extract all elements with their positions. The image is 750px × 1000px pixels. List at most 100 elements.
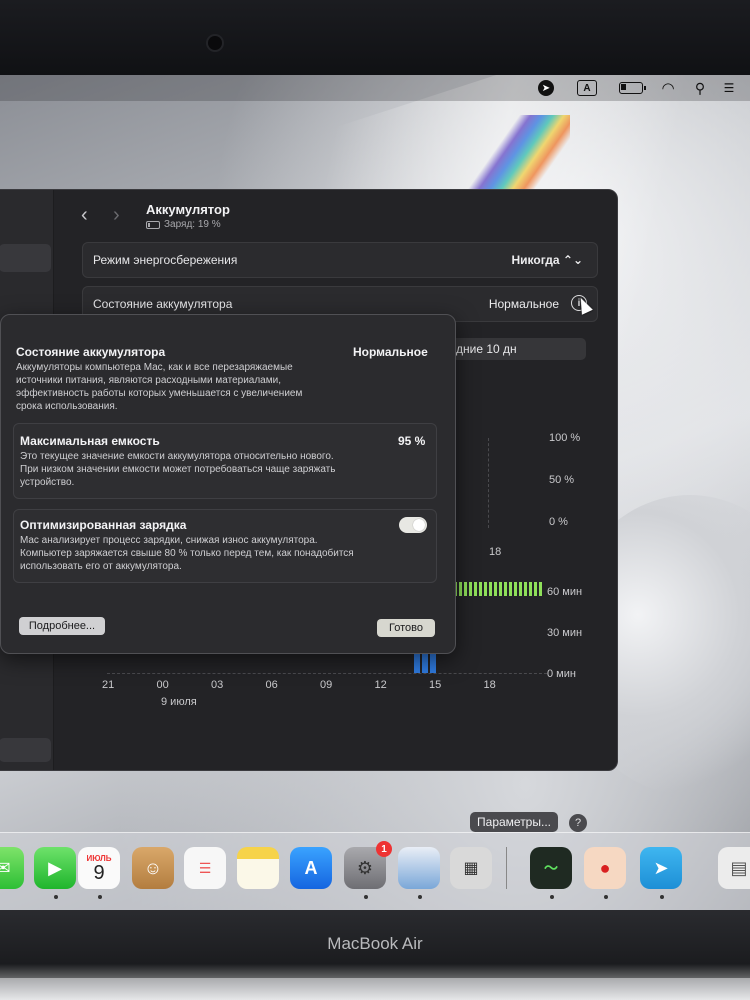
documents-icon[interactable]: ▤ <box>718 847 750 889</box>
optimized-charging-desc: Mac анализирует процесс зарядки, снижая … <box>20 535 318 546</box>
options-button[interactable]: Параметры... <box>470 812 558 832</box>
capacity-title: Максимальная емкость <box>20 434 160 448</box>
app-store-icon[interactable]: A <box>290 847 332 889</box>
battery-level-bar <box>524 582 527 596</box>
battery-icon[interactable] <box>616 78 646 98</box>
calculator-icon[interactable]: ▦ <box>450 847 492 889</box>
contacts-icon[interactable]: ☺ <box>132 847 174 889</box>
running-indicator <box>604 895 608 899</box>
among-us-icon[interactable]: ● <box>584 847 626 889</box>
facetime-icon[interactable]: ▶ <box>34 847 76 889</box>
battery-level-icon <box>146 220 160 229</box>
low-power-mode-select[interactable]: Никогда ⌃⌄ <box>512 253 584 267</box>
optimized-charging-desc: Компьютер заряжается свыше 80 % только п… <box>20 548 354 559</box>
running-indicator <box>418 895 422 899</box>
usage-x-tick: 00 <box>156 679 169 691</box>
calendar-day: 9 <box>93 861 105 884</box>
search-icon[interactable]: ⚲ <box>692 78 708 98</box>
period-tab-label: дние 10 дн <box>456 342 517 356</box>
help-button[interactable]: ? <box>569 814 587 832</box>
sidebar-item[interactable] <box>0 244 51 272</box>
battery-health-value: Нормальное <box>488 297 559 311</box>
battery-level-bar <box>529 582 532 596</box>
low-power-mode-label: Режим энергосбережения <box>93 253 238 267</box>
notification-badge: 1 <box>376 841 392 857</box>
usage-x-tick: 03 <box>211 679 224 691</box>
battery-axis-tick: 0 % <box>549 516 568 528</box>
capacity-desc: устройство. <box>20 477 75 488</box>
battery-level-bar <box>509 582 512 596</box>
device-brand-label: MacBook Air <box>327 934 423 953</box>
more-info-button[interactable]: Подробнее... <box>19 617 105 635</box>
preview-icon[interactable] <box>398 847 440 889</box>
usage-x-tick: 12 <box>374 679 387 691</box>
messages-icon[interactable]: ✉ <box>0 847 24 889</box>
back-arrow-icon[interactable]: ‹ <box>81 204 88 227</box>
control-center-icon[interactable]: ☰ <box>718 78 740 98</box>
battery-level-bar <box>459 582 462 596</box>
optimized-charging-card: Оптимизированная зарядка Mac анализирует… <box>13 509 437 583</box>
optimized-charging-toggle[interactable] <box>399 517 427 533</box>
health-desc: срока использования. <box>16 401 118 412</box>
done-button[interactable]: Готово <box>377 619 435 637</box>
battery-level-bar <box>499 582 502 596</box>
battery-level-bar <box>469 582 472 596</box>
calendar-icon[interactable]: ИЮЛЬ 9 <box>78 847 120 889</box>
running-indicator <box>98 895 102 899</box>
usage-x-tick: 06 <box>265 679 278 691</box>
running-indicator <box>364 895 368 899</box>
battery-level-bar <box>519 582 522 596</box>
usage-axis-tick: 0 мин <box>547 668 576 680</box>
laptop-hinge <box>0 978 750 1000</box>
location-icon[interactable]: ➤ <box>537 78 555 98</box>
health-value: Нормальное <box>353 345 428 359</box>
usage-x-tick: 09 <box>320 679 333 691</box>
running-indicator <box>54 895 58 899</box>
usage-axis-tick: 30 мин <box>547 627 583 639</box>
activity-monitor-icon[interactable]: 〜 <box>530 847 572 889</box>
battery-level-bar <box>474 582 477 596</box>
wifi-icon[interactable]: ◠ <box>657 78 679 98</box>
battery-level-bar <box>494 582 497 596</box>
system-settings-icon[interactable]: ⚙ 1 <box>344 841 392 889</box>
charge-status: Заряд: 19 % <box>146 219 221 230</box>
charge-text: Заряд: 19 % <box>164 219 221 230</box>
input-source-icon[interactable]: A <box>576 78 598 98</box>
date-label: 9 июля <box>161 696 197 708</box>
battery-level-bar <box>504 582 507 596</box>
battery-level-bar <box>464 582 467 596</box>
optimized-charging-desc: использовать его от аккумулятора. <box>20 561 182 572</box>
screen: ➤ A ◠ ⚲ ☰ ‹ › Аккумулятор Заряд: 19 % Ре… <box>0 75 750 910</box>
low-power-mode-row: Режим энергосбережения Никогда ⌃⌄ <box>82 242 598 278</box>
battery-health-label: Состояние аккумулятора <box>93 297 233 311</box>
gridline <box>488 438 489 528</box>
telegram-icon[interactable]: ➤ <box>640 847 682 889</box>
notes-icon[interactable] <box>237 847 279 889</box>
sidebar-item[interactable] <box>0 738 51 762</box>
running-indicator <box>660 895 664 899</box>
reminders-icon[interactable]: ☰ <box>184 847 226 889</box>
battery-level-bar <box>489 582 492 596</box>
top-bezel <box>0 0 750 75</box>
page-title: Аккумулятор <box>146 202 230 217</box>
period-tab-10-days[interactable]: дние 10 дн <box>436 338 586 360</box>
forward-arrow-icon[interactable]: › <box>113 204 120 227</box>
optimized-charging-title: Оптимизированная зарядка <box>20 518 187 532</box>
running-indicator <box>550 895 554 899</box>
capacity-desc: При низком значении емкости может потреб… <box>20 464 336 475</box>
health-desc: эффективность работы которых уменьшается… <box>16 388 303 399</box>
health-title: Состояние аккумулятора <box>16 345 166 359</box>
dock: ✉ ▶ ИЮЛЬ 9 ☺ ☰ A ⚙ 1 ▦ 〜 ● ➤ ▤ <box>0 832 750 910</box>
battery-level-bar <box>514 582 517 596</box>
battery-level-bars <box>449 582 544 596</box>
usage-x-tick: 18 <box>483 679 496 691</box>
capacity-value: 95 % <box>398 434 426 448</box>
battery-axis-tick: 100 % <box>549 432 581 444</box>
dock-divider <box>506 847 507 889</box>
battery-axis-tick: 50 % <box>549 474 575 486</box>
battery-level-bar <box>539 582 542 596</box>
battery-level-bar <box>484 582 487 596</box>
gridline <box>107 673 547 674</box>
toggle-knob <box>413 519 425 531</box>
camera <box>208 36 222 50</box>
